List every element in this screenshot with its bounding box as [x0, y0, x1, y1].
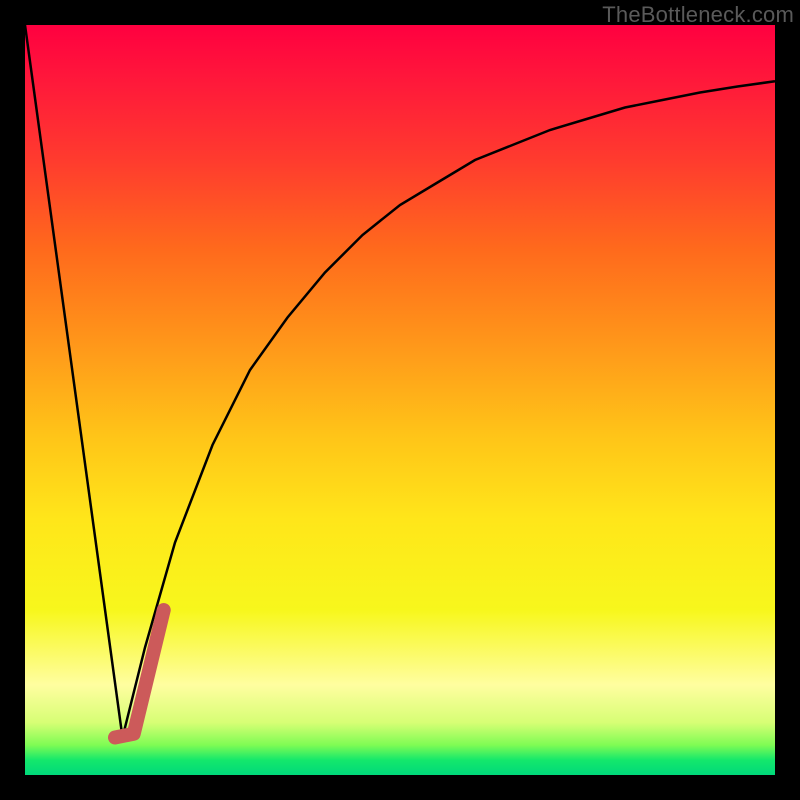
- plot-area: [25, 25, 775, 775]
- chart-frame: TheBottleneck.com: [0, 0, 800, 800]
- left-descending-line: [25, 25, 123, 738]
- watermark-text: TheBottleneck.com: [602, 2, 794, 28]
- curve-layer: [25, 25, 775, 775]
- right-rising-curve: [123, 81, 776, 737]
